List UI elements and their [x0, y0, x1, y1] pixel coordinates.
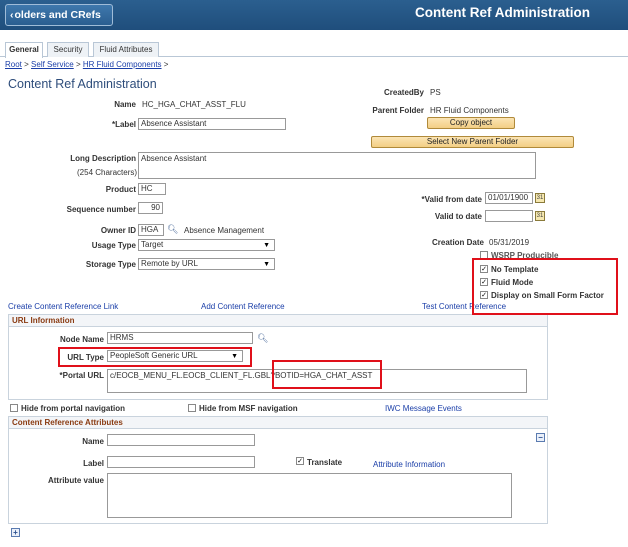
label-input[interactable]: Absence Assistant [138, 118, 286, 130]
calendar-icon[interactable]: 31 [535, 211, 545, 221]
highlight-url-type [58, 347, 252, 367]
product-label: Product [105, 185, 136, 194]
breadcrumb-root[interactable]: Root [5, 60, 22, 69]
copy-object-button[interactable]: Copy object [427, 117, 515, 129]
attribute-information-link[interactable]: Attribute Information [373, 460, 445, 469]
parent-folder-label: Parent Folder [372, 106, 424, 115]
storage-type-select[interactable]: Remote by URL ▼ [138, 258, 275, 270]
search-icon[interactable]: 🔍︎ [257, 333, 268, 344]
attribute-value-input[interactable] [107, 473, 512, 518]
remove-row-icon[interactable]: − [536, 433, 545, 442]
attribute-value-label: Attribute value [47, 476, 104, 485]
owner-id-input[interactable]: HGA [138, 224, 164, 236]
select-parent-folder-button[interactable]: Select New Parent Folder [371, 136, 574, 148]
tab-fluid-attributes[interactable]: Fluid Attributes [93, 42, 159, 57]
storage-type-label: Storage Type [85, 260, 136, 269]
storage-type-value: Remote by URL [141, 259, 198, 268]
hide-portal-nav-checkbox[interactable] [10, 404, 18, 412]
translate-label: Translate [307, 458, 343, 467]
valid-to-input[interactable] [485, 210, 533, 222]
back-button-label: olders and CRefs [14, 9, 101, 21]
attr-label-label: Label [83, 459, 104, 468]
page-header-title: Content Ref Administration [415, 5, 590, 20]
sequence-number-label: Sequence number [66, 205, 136, 214]
node-name-label: Node Name [59, 335, 104, 344]
dropdown-arrow-icon: ▼ [263, 261, 270, 268]
hide-msf-nav-label: Hide from MSF navigation [199, 404, 298, 413]
long-description-label: Long Description [70, 154, 136, 163]
url-information-header: URL Information [9, 315, 547, 327]
breadcrumb-hr-fluid[interactable]: HR Fluid Components [83, 60, 162, 69]
attr-name-input[interactable] [107, 434, 255, 446]
label-field-label: *Label [111, 120, 136, 129]
valid-from-input[interactable]: 01/01/1900 [485, 192, 533, 204]
back-button[interactable]: ‹olders and CRefs [5, 4, 113, 26]
creation-date-value: 05/31/2019 [489, 238, 530, 247]
sequence-number-input[interactable]: 90 [138, 202, 163, 214]
name-value: HC_HGA_CHAT_ASST_FLU [142, 100, 246, 109]
add-content-reference-link[interactable]: Add Content Reference [201, 302, 285, 311]
usage-type-label: Usage Type [91, 241, 136, 250]
portal-url-label: *Portal URL [59, 371, 104, 380]
calendar-icon[interactable]: 31 [535, 193, 545, 203]
created-by-label: CreatedBy [383, 88, 424, 97]
valid-from-label: *Valid from date [421, 195, 482, 204]
attr-label-input[interactable] [107, 456, 255, 468]
valid-to-label: Valid to date [434, 212, 482, 221]
usage-type-value: Target [141, 240, 164, 249]
tab-security[interactable]: Security [47, 42, 89, 57]
chevron-left-icon: ‹ [10, 9, 14, 21]
owner-id-description: Absence Management [184, 226, 265, 235]
created-by-value: PS [430, 88, 441, 97]
breadcrumb: Root > Self Service > HR Fluid Component… [5, 60, 169, 69]
search-icon[interactable]: 🔍︎ [167, 224, 178, 235]
node-name-input[interactable]: HRMS [107, 332, 253, 344]
page-title: Content Ref Administration [8, 77, 157, 91]
highlight-portal-url [272, 360, 382, 389]
create-content-reference-link[interactable]: Create Content Reference Link [8, 302, 118, 311]
product-input[interactable]: HC [138, 183, 166, 195]
hide-msf-nav-checkbox[interactable] [188, 404, 196, 412]
long-description-limit: (254 Characters) [77, 168, 138, 177]
translate-checkbox[interactable]: ✓ [296, 457, 304, 465]
usage-type-select[interactable]: Target ▼ [138, 239, 275, 251]
parent-folder-value: HR Fluid Components [430, 106, 509, 115]
hide-portal-nav-label: Hide from portal navigation [21, 404, 126, 413]
breadcrumb-self-service[interactable]: Self Service [31, 60, 74, 69]
owner-id-label: Owner ID [100, 226, 136, 235]
creation-date-label: Creation Date [431, 238, 484, 247]
name-label: Name [114, 100, 136, 109]
dropdown-arrow-icon: ▼ [263, 242, 270, 249]
add-row-icon[interactable]: + [11, 528, 20, 537]
long-description-input[interactable]: Absence Assistant [138, 152, 536, 179]
highlight-checkbox-group [472, 258, 618, 315]
iwc-message-events-link[interactable]: IWC Message Events [385, 404, 462, 413]
attr-name-label: Name [82, 437, 104, 446]
content-reference-attributes-header: Content Reference Attributes [9, 417, 547, 429]
tab-general[interactable]: General [5, 42, 43, 58]
